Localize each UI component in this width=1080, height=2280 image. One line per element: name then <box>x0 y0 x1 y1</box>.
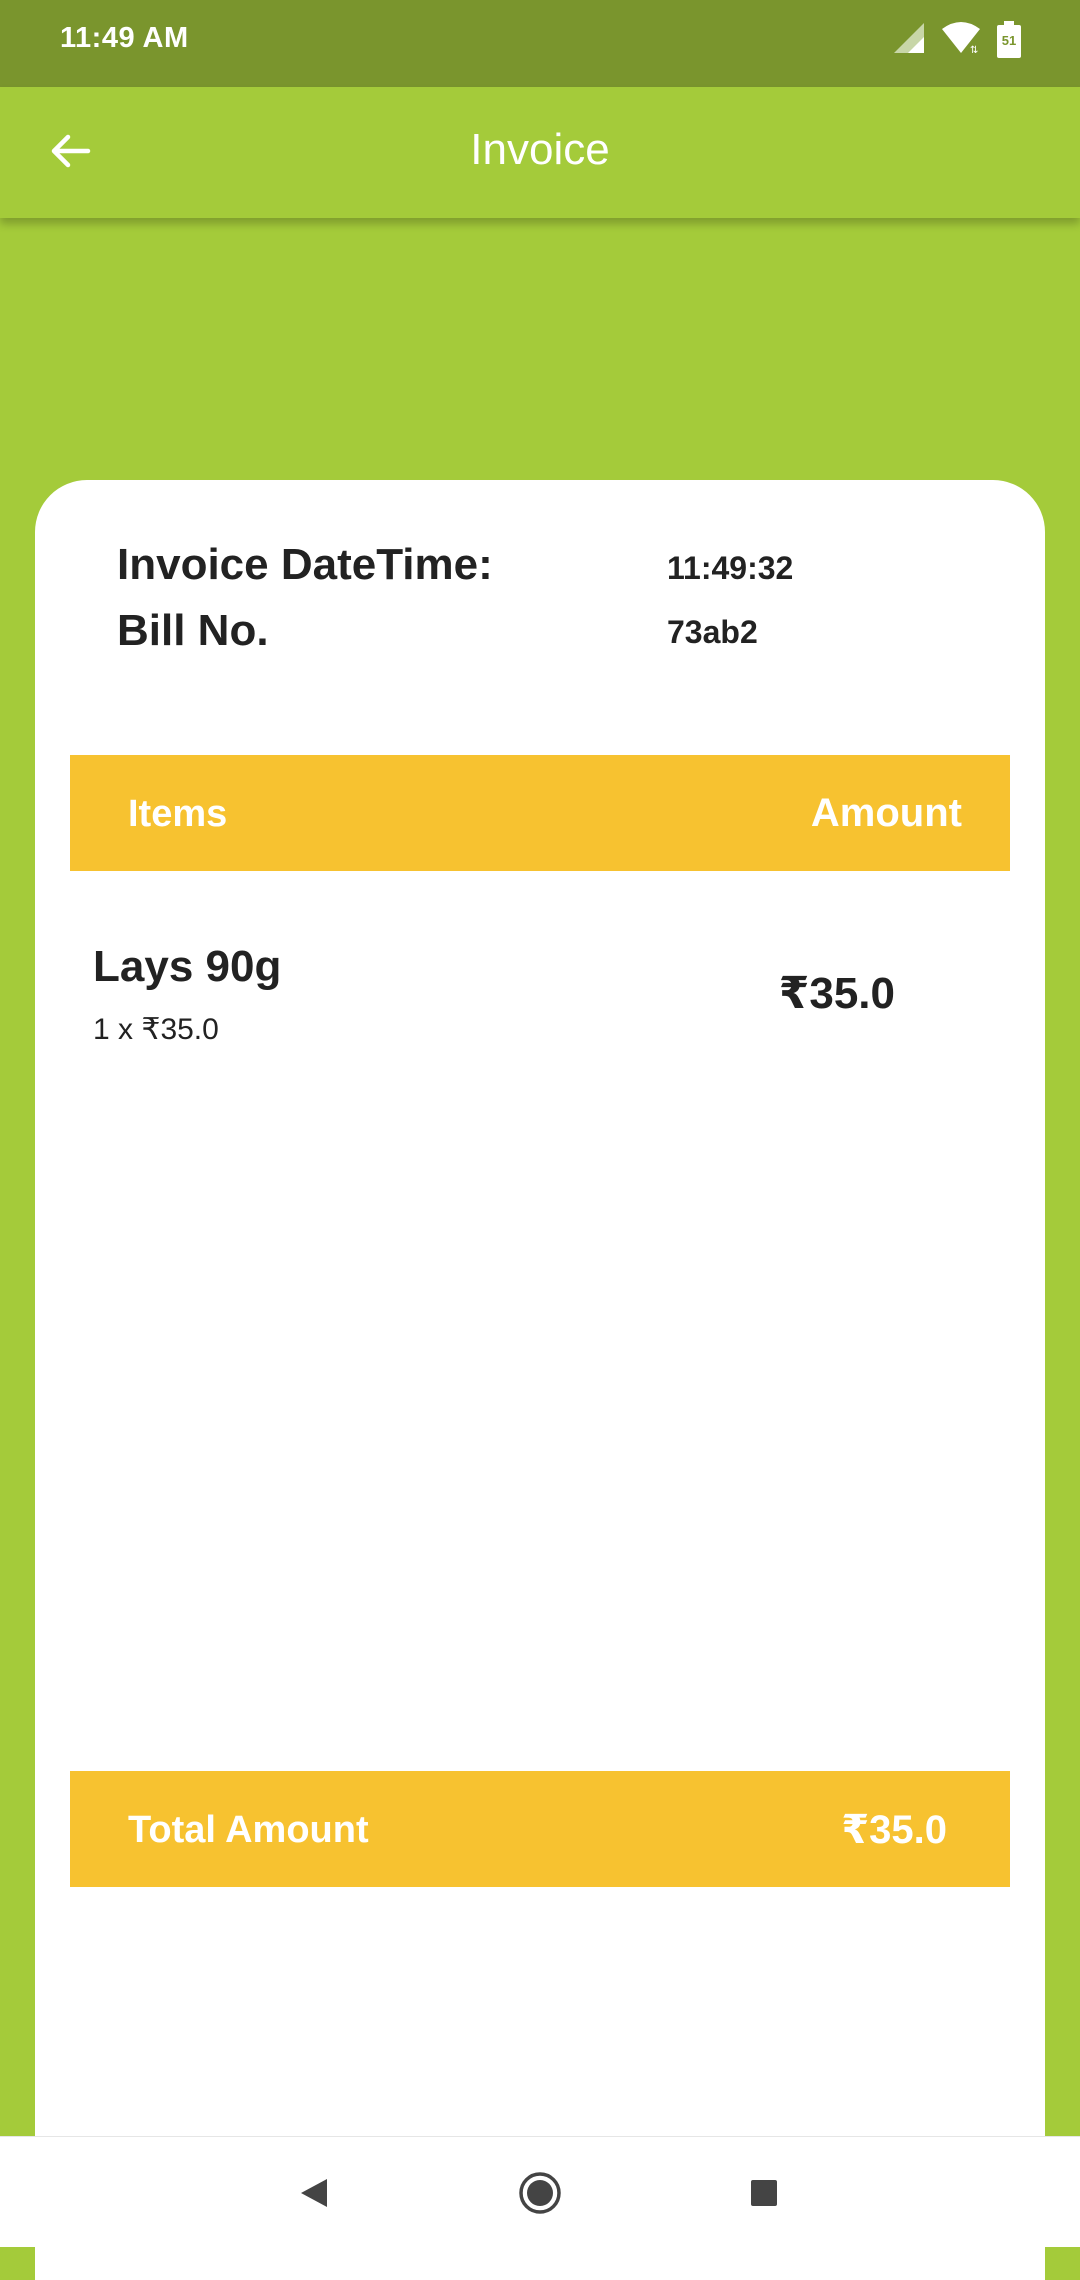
invoice-card: Invoice DateTime: 11:49:32 Bill No. 73ab… <box>35 480 1045 2280</box>
app-bar: Invoice <box>0 87 1080 218</box>
items-header: Items <box>128 793 228 835</box>
svg-text:⇅: ⇅ <box>970 45 978 55</box>
recents-square-icon <box>749 2178 779 2213</box>
wifi-icon: ⇅ <box>940 21 982 60</box>
item-quantity-price: 1 x ₹35.0 <box>93 1013 219 1046</box>
system-nav-bar <box>0 2136 1080 2247</box>
signal-icon <box>892 21 926 60</box>
item-name: Lays 90g <box>93 942 282 991</box>
bill-number-value: 73ab2 <box>667 614 758 650</box>
back-triangle-icon <box>297 2176 331 2215</box>
nav-home-button[interactable] <box>516 2171 564 2219</box>
nav-recents-button[interactable] <box>740 2171 788 2219</box>
page-title: Invoice <box>470 125 610 174</box>
home-circle-icon <box>517 2170 563 2221</box>
battery-level: 51 <box>1001 33 1017 48</box>
status-time: 11:49 AM <box>60 22 189 54</box>
total-value: ₹35.0 <box>841 1808 947 1852</box>
total-bar: Total Amount ₹35.0 <box>70 1771 1010 1887</box>
status-icons: ⇅ 51 <box>892 20 1022 60</box>
item-amount: ₹35.0 <box>778 969 895 1018</box>
nav-back-button[interactable] <box>290 2171 338 2219</box>
items-table-header: Items Amount <box>70 755 1010 871</box>
battery-icon: 51 <box>996 21 1022 59</box>
amount-header: Amount <box>810 791 962 835</box>
total-label: Total Amount <box>128 1809 369 1851</box>
invoice-datetime-label: Invoice DateTime: <box>117 540 493 589</box>
bill-number-label: Bill No. <box>117 606 269 655</box>
status-bar: 11:49 AM ⇅ 51 <box>0 0 1080 87</box>
invoice-datetime-value: 11:49:32 <box>667 550 794 586</box>
